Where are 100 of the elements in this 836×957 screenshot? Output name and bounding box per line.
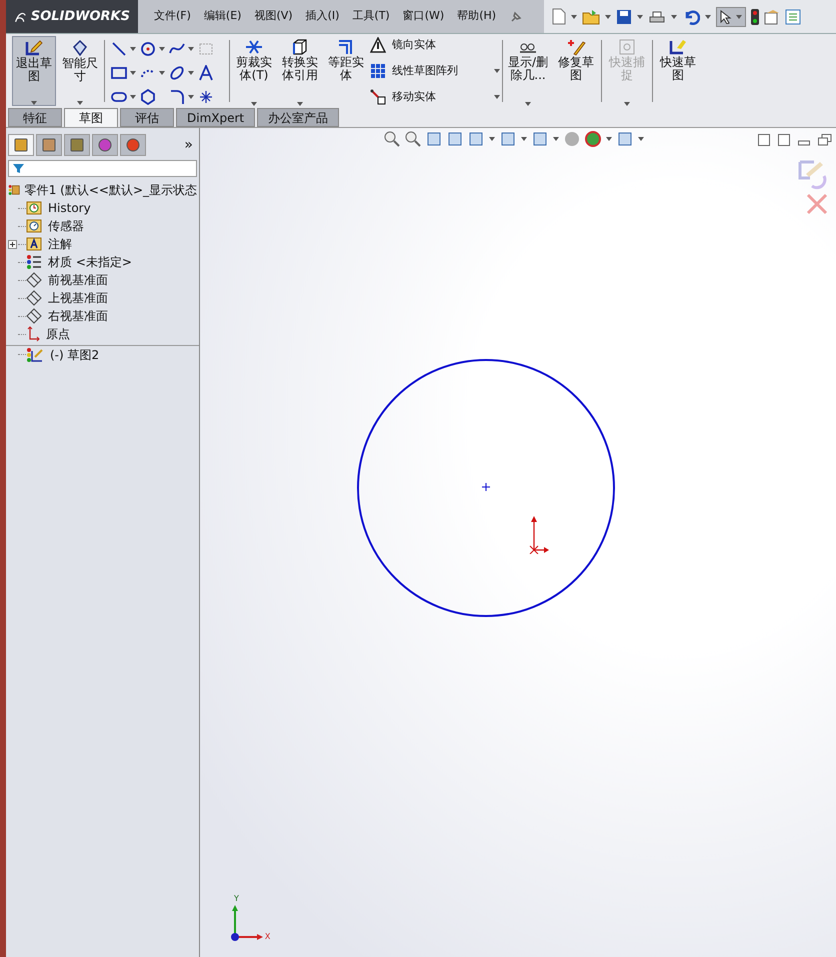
dropdown-caret-icon[interactable]	[188, 95, 194, 99]
ribbon-tab[interactable]: DimXpert	[176, 108, 256, 127]
dropdown-caret-icon[interactable]	[605, 14, 611, 18]
zoom-area-icon[interactable]	[405, 131, 421, 147]
dropdown-caret-icon[interactable]	[159, 47, 165, 51]
split-view-icon[interactable]	[778, 134, 790, 146]
cursor-arrow-icon	[720, 10, 732, 24]
tree-item[interactable]: 原点	[26, 325, 70, 343]
new-document-icon[interactable]	[552, 8, 566, 25]
ribbon-tab[interactable]: 草图	[64, 108, 118, 127]
offset-lines-icon	[337, 38, 355, 56]
dropdown-caret-icon[interactable]	[705, 14, 711, 18]
ribbon-button[interactable]: 退出草图	[12, 36, 56, 106]
zoom-fit-icon[interactable]	[384, 131, 400, 147]
text-a-icon[interactable]	[198, 65, 214, 81]
dropdown-caret-icon[interactable]	[571, 14, 577, 18]
menu-item[interactable]: 窗口(W)	[402, 8, 444, 25]
scene-icon[interactable]	[585, 131, 601, 147]
move-arrow-icon	[370, 88, 386, 105]
dropdown-caret-icon[interactable]	[553, 137, 559, 141]
ellipse-tool-icon[interactable]	[169, 65, 185, 81]
menu-item[interactable]: 编辑(E)	[204, 8, 242, 25]
sketch-status-icon	[26, 346, 44, 362]
split-view-icon[interactable]	[758, 134, 770, 146]
tree-item[interactable]: 注解	[26, 235, 72, 253]
dropdown-caret-icon[interactable]	[31, 101, 37, 105]
menu-item[interactable]: 文件(F)	[154, 8, 191, 25]
open-folder-icon[interactable]	[582, 8, 600, 24]
select-button[interactable]	[716, 6, 746, 26]
dropdown-caret-icon[interactable]	[159, 71, 165, 75]
dropdown-caret-icon[interactable]	[489, 137, 495, 141]
tree-item[interactable]: (-) 草图2	[26, 346, 100, 364]
dropdown-caret-icon[interactable]	[525, 102, 531, 106]
ribbon-tab[interactable]: 评估	[120, 108, 174, 127]
rectangle-tool-icon[interactable]	[111, 65, 127, 81]
menu-item[interactable]: 帮助(H)	[457, 8, 496, 25]
dropdown-caret-icon[interactable]	[637, 14, 643, 18]
dropdown-caret-icon[interactable]	[188, 71, 194, 75]
trim-scissors-icon	[244, 38, 264, 56]
ribbon-button[interactable]: 等距实体	[324, 36, 368, 106]
line-tool-icon[interactable]	[111, 41, 127, 57]
dropdown-caret-icon[interactable]	[188, 47, 194, 51]
dropdown-caret-icon[interactable]	[251, 102, 257, 106]
restore-icon[interactable]	[818, 134, 832, 146]
tree-item[interactable]: 上视基准面	[26, 289, 108, 307]
dropdown-caret-icon[interactable]	[130, 47, 136, 51]
ribbon-list-button[interactable]: 线性草图阵列	[370, 62, 500, 80]
menu-item[interactable]: 插入(I)	[306, 8, 340, 25]
tree-item[interactable]: 传感器	[26, 217, 84, 235]
ribbon-button[interactable]: 修复草图	[553, 36, 599, 106]
expand-panel-toggle[interactable]: »	[184, 134, 197, 156]
ribbon-button[interactable]: 转换实体引用	[278, 36, 322, 106]
ribbon-button[interactable]: 智能尺寸	[58, 36, 102, 106]
ribbon-button[interactable]: 剪裁实体(T)	[232, 36, 276, 106]
circle-tool-icon[interactable]	[140, 41, 156, 57]
menu-item[interactable]: 工具(T)	[352, 8, 390, 25]
dropdown-caret-icon[interactable]	[297, 102, 303, 106]
polygon-tool-icon[interactable]	[140, 89, 156, 105]
panel-tab[interactable]	[64, 134, 90, 156]
dropdown-caret-icon[interactable]	[494, 69, 500, 73]
options-sheet-icon[interactable]	[764, 8, 780, 24]
filter-field[interactable]	[8, 160, 197, 177]
point-star-icon[interactable]	[198, 89, 214, 105]
mirror-triangle-icon	[370, 37, 386, 54]
ribbon-list-button[interactable]: 移动实体	[370, 88, 500, 105]
ribbon-list-button[interactable]: 镜向实体	[370, 37, 500, 54]
dropdown-caret-icon[interactable]	[638, 137, 644, 141]
ribbon-button[interactable]: 快速草图	[655, 36, 701, 106]
panel-tab[interactable]	[36, 134, 62, 156]
printer-icon[interactable]	[648, 8, 666, 24]
slot-tool-icon[interactable]	[111, 89, 127, 105]
expand-plus-icon[interactable]	[8, 240, 16, 248]
dropdown-caret-icon[interactable]	[77, 101, 83, 105]
list-icon[interactable]	[785, 8, 801, 24]
axis-triad-icon	[228, 903, 265, 943]
traffic-light-icon[interactable]	[751, 8, 759, 24]
menu-item[interactable]: 视图(V)	[254, 8, 293, 25]
tree-item[interactable]: 零件1 (默认<<默认>_显示状态	[6, 181, 199, 199]
ribbon-button[interactable]: 显示/删除几...	[505, 36, 551, 106]
dropdown-caret-icon[interactable]	[494, 94, 500, 99]
fillet-tool-icon[interactable]	[169, 89, 185, 105]
ribbon-tab[interactable]: 特征	[8, 108, 62, 127]
tree-item[interactable]: 前视基准面	[26, 271, 108, 289]
tree-item[interactable]: 右视基准面	[26, 307, 108, 325]
center-point-icon	[482, 483, 490, 491]
dropdown-caret-icon[interactable]	[130, 95, 136, 99]
origin-axes-icon	[26, 326, 40, 342]
pin-icon[interactable]	[509, 10, 524, 24]
dropdown-caret-icon[interactable]	[736, 14, 742, 18]
dropdown-caret-icon[interactable]	[671, 14, 677, 18]
dropdown-caret-icon[interactable]	[606, 137, 612, 141]
tree-item[interactable]: History	[26, 199, 91, 217]
panel-tab[interactable]	[120, 134, 146, 156]
dropdown-caret-icon[interactable]	[521, 137, 527, 141]
dropdown-caret-icon[interactable]	[130, 71, 136, 75]
panel-tab[interactable]	[92, 134, 118, 156]
save-icon[interactable]	[616, 8, 632, 24]
panel-tab[interactable]	[8, 134, 34, 156]
tree-item[interactable]: 材质 <未指定>	[26, 253, 132, 271]
ribbon-tab[interactable]: 办公室产品	[257, 108, 340, 127]
